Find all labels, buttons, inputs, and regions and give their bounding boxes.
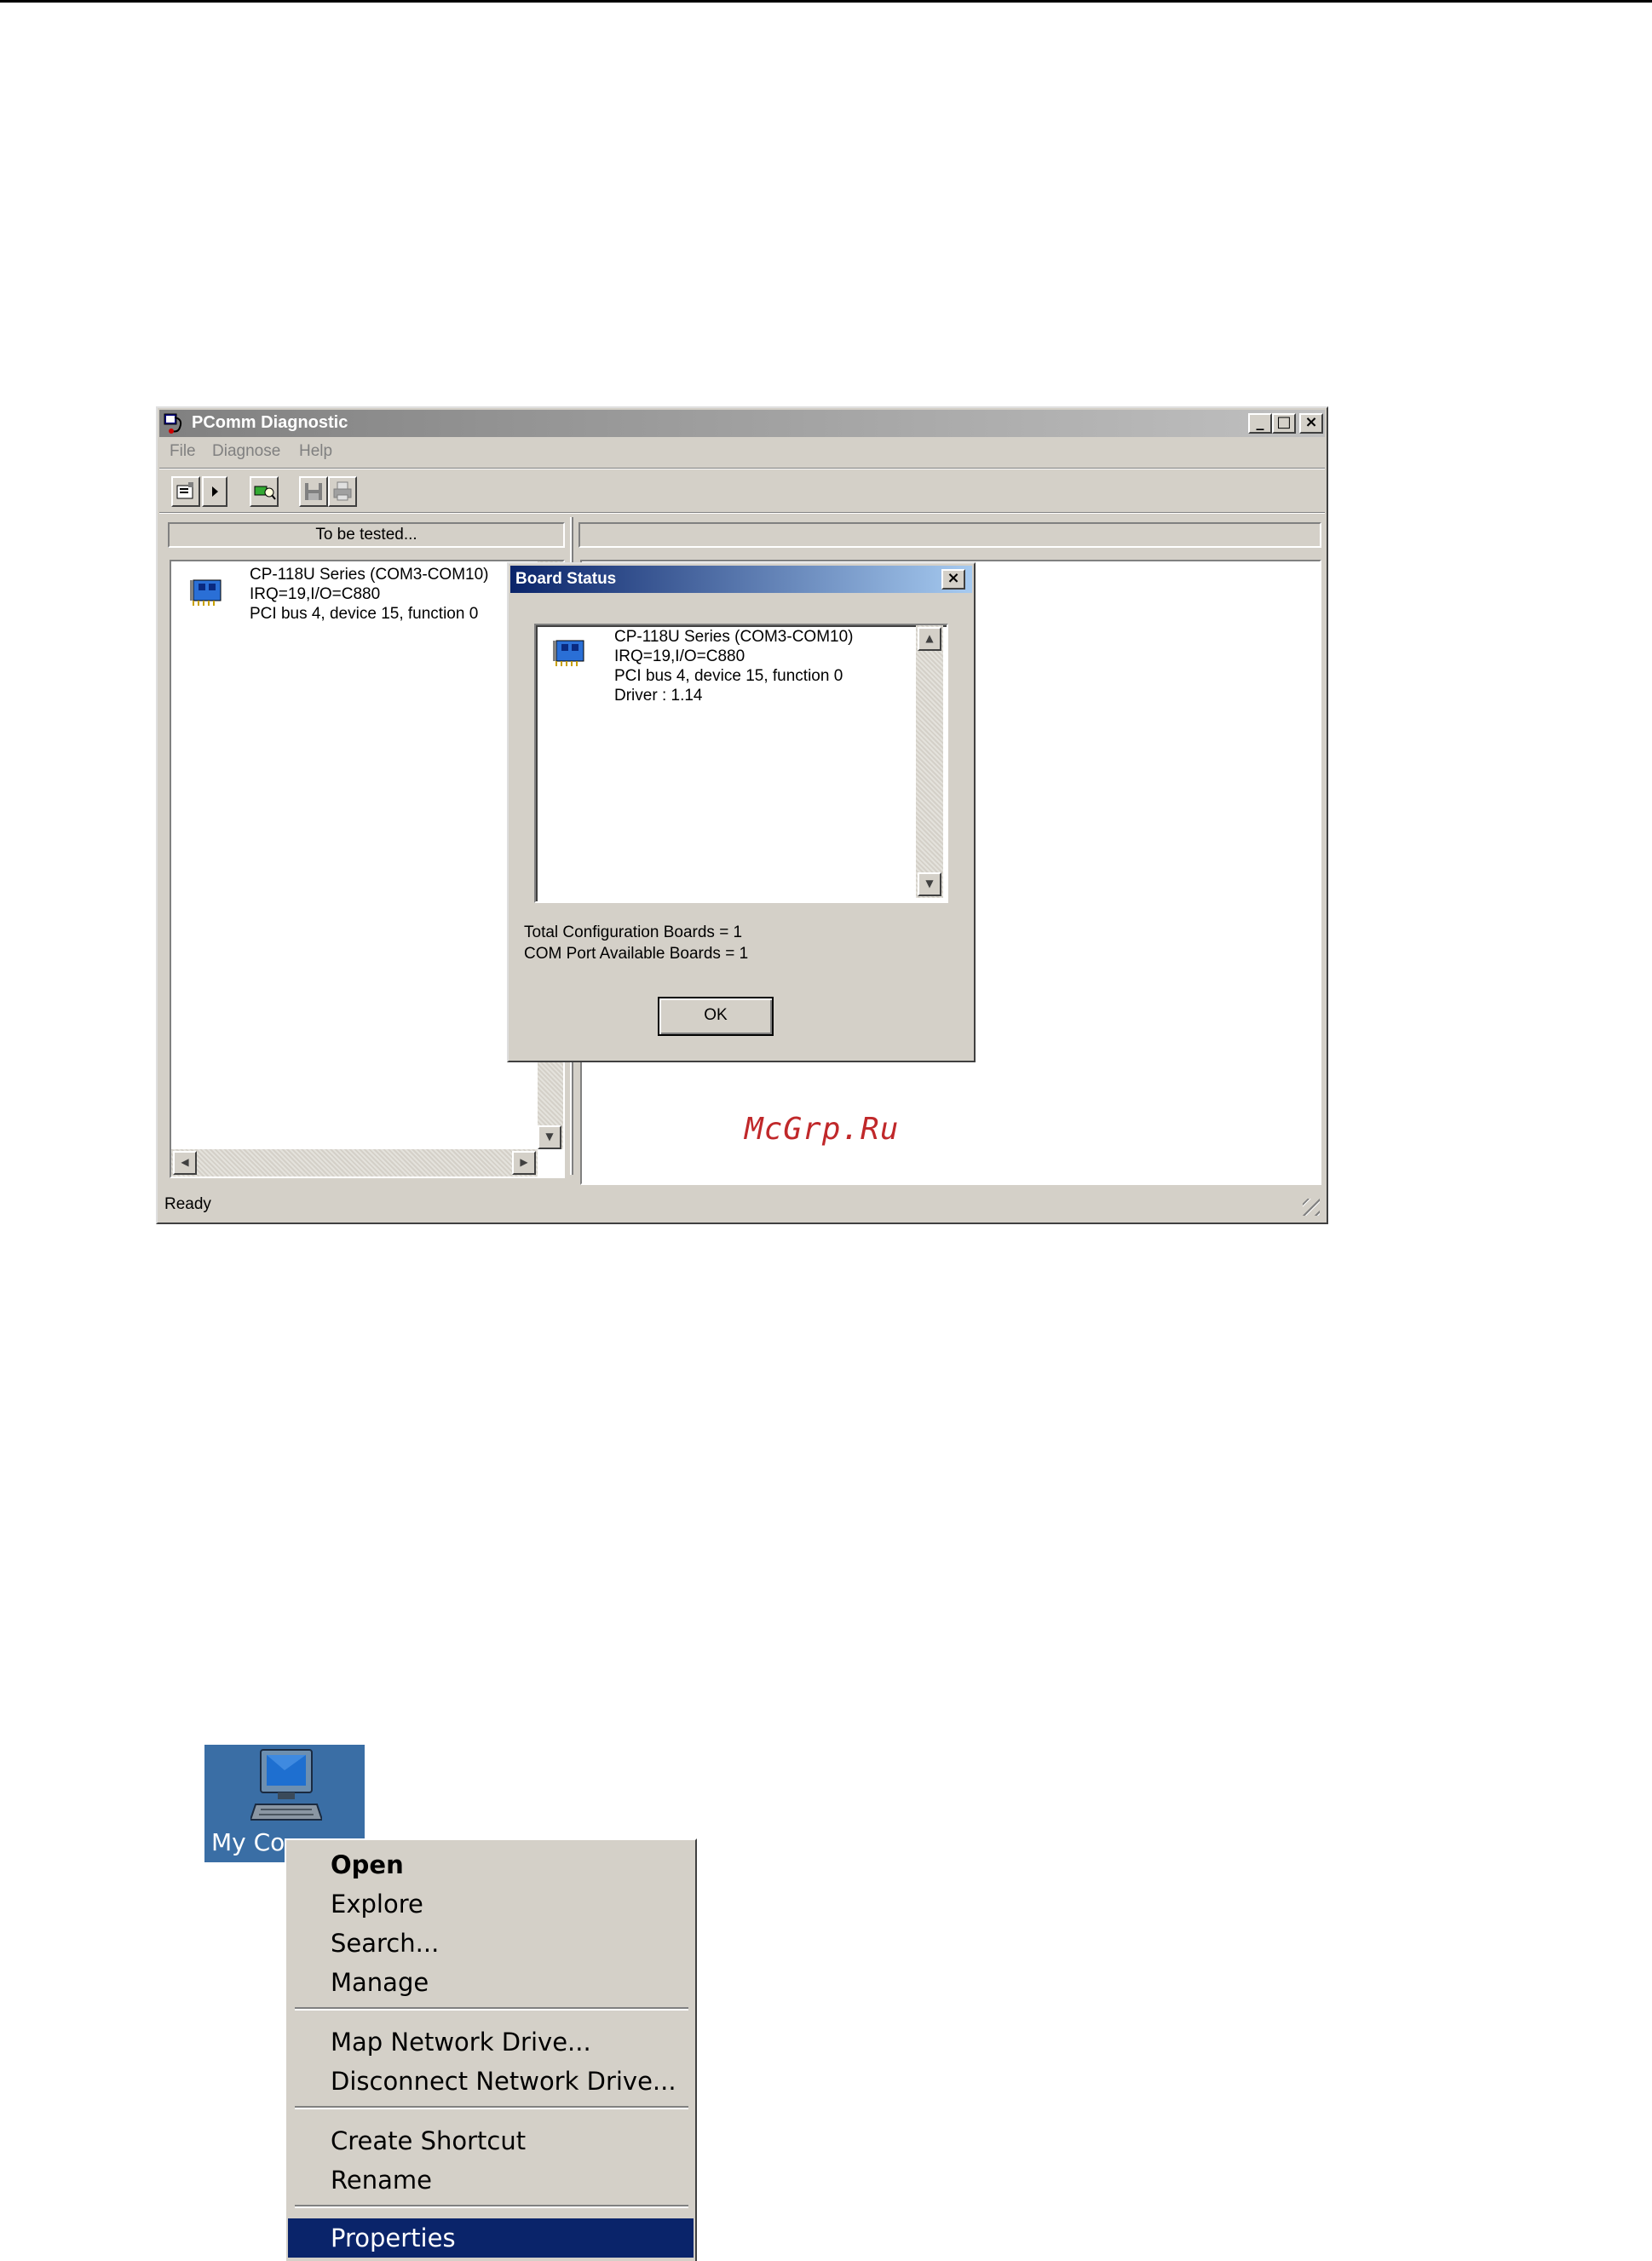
- save-button[interactable]: [299, 476, 328, 507]
- board-status-dialog: Board Status × CP-118U Series (COM3-COM1…: [507, 562, 976, 1062]
- results-header: [578, 522, 1321, 548]
- dialog-board-driver: Driver : 1.14: [614, 687, 703, 705]
- title-bar[interactable]: PComm Diagnostic _ □ ×: [159, 410, 1325, 437]
- board-status-list: CP-118U Series (COM3-COM10) IRQ=19,I/O=C…: [534, 624, 948, 903]
- to-be-tested-header: To be tested...: [168, 522, 565, 548]
- menu-item-search[interactable]: Search...: [288, 1924, 694, 1963]
- status-bar: Ready: [159, 1188, 1325, 1219]
- left-pane-horizontal-scrollbar[interactable]: ◀ ▶: [171, 1149, 538, 1177]
- minimize-button[interactable]: _: [1248, 413, 1272, 434]
- menu-item-explore[interactable]: Explore: [288, 1884, 694, 1924]
- resize-grip-icon[interactable]: [1303, 1199, 1320, 1216]
- menu-file[interactable]: File: [170, 442, 196, 461]
- menu-separator: [295, 2106, 688, 2109]
- dialog-title: Board Status: [515, 570, 617, 588]
- total-configuration-boards: Total Configuration Boards = 1: [524, 923, 743, 941]
- configure-icon: [176, 482, 193, 499]
- arrow-down-icon: ▼: [925, 877, 934, 889]
- menu-item-map-network-drive[interactable]: Map Network Drive...: [288, 2022, 694, 2062]
- ok-button[interactable]: OK: [658, 997, 774, 1036]
- menu-item-rename[interactable]: Rename: [288, 2160, 694, 2200]
- menu-item-manage[interactable]: Manage: [288, 1963, 694, 2002]
- board-name: CP-118U Series (COM3-COM10): [250, 566, 489, 584]
- dialog-board-irq: IRQ=19,I/O=C880: [614, 647, 745, 665]
- board-status-icon: [254, 486, 276, 500]
- arrow-down-icon: ▼: [545, 1130, 554, 1142]
- minimize-icon: _: [1256, 413, 1264, 431]
- scroll-right-button[interactable]: ▶: [512, 1151, 536, 1175]
- scroll-up-button[interactable]: ▲: [918, 627, 941, 651]
- print-button[interactable]: [328, 476, 357, 507]
- dialog-board-bus: PCI bus 4, device 15, function 0: [614, 667, 843, 685]
- close-icon: ×: [1304, 413, 1318, 431]
- app-icon: [164, 413, 182, 434]
- menu-item-disconnect-network-drive[interactable]: Disconnect Network Drive...: [288, 2062, 694, 2101]
- board-card-icon: [190, 579, 222, 606]
- menu-separator: [295, 2007, 688, 2011]
- window-title: PComm Diagnostic: [192, 413, 348, 432]
- dialog-title-bar[interactable]: Board Status ×: [510, 566, 972, 593]
- context-menu: Open Explore Search... Manage Map Networ…: [285, 1838, 697, 2261]
- configure-button[interactable]: [171, 476, 200, 507]
- board-status-button[interactable]: [250, 476, 279, 507]
- close-icon: ×: [947, 569, 960, 587]
- close-button[interactable]: ×: [1299, 413, 1323, 434]
- maximize-button[interactable]: □: [1272, 413, 1296, 434]
- page-top-rule: [0, 0, 1652, 3]
- play-arrow-icon: [212, 486, 218, 497]
- com-port-available-boards: COM Port Available Boards = 1: [524, 945, 749, 963]
- my-computer-label: My Co: [211, 1828, 285, 1856]
- arrow-left-icon: ◀: [181, 1156, 189, 1168]
- menu-item-open[interactable]: Open: [288, 1845, 694, 1884]
- menu-separator: [295, 2205, 688, 2208]
- menu-diagnose[interactable]: Diagnose: [212, 442, 280, 461]
- arrow-right-icon: ▶: [520, 1156, 528, 1168]
- dialog-list-scrollbar[interactable]: ▲ ▼: [916, 625, 943, 898]
- scroll-left-button[interactable]: ◀: [173, 1151, 197, 1175]
- board-irq: IRQ=19,I/O=C880: [250, 585, 381, 603]
- arrow-up-icon: ▲: [925, 632, 934, 644]
- board-list-item[interactable]: CP-118U Series (COM3-COM10) IRQ=19,I/O=C…: [171, 561, 538, 1149]
- status-text: Ready: [164, 1195, 211, 1213]
- maximize-icon: □: [1276, 413, 1292, 431]
- dialog-board-name: CP-118U Series (COM3-COM10): [614, 628, 854, 646]
- printer-icon: [333, 481, 352, 501]
- watermark: McGrp.Ru: [745, 1112, 900, 1147]
- scroll-down-button[interactable]: ▼: [538, 1125, 561, 1149]
- floppy-icon: [305, 483, 322, 500]
- menu-help[interactable]: Help: [299, 442, 332, 461]
- board-list-pane: CP-118U Series (COM3-COM10) IRQ=19,I/O=C…: [170, 560, 565, 1178]
- menu-bar: File Diagnose Help: [159, 439, 1325, 466]
- board-bus: PCI bus 4, device 15, function 0: [250, 605, 479, 623]
- board-card-icon: [553, 640, 584, 666]
- scroll-down-button[interactable]: ▼: [918, 872, 941, 896]
- run-test-button[interactable]: [202, 476, 227, 507]
- computer-icon: [250, 1749, 322, 1821]
- menu-item-create-shortcut[interactable]: Create Shortcut: [288, 2121, 694, 2160]
- toolbar: [159, 469, 1325, 512]
- toolbar-divider: [159, 512, 1325, 514]
- menu-item-properties[interactable]: Properties: [288, 2218, 694, 2258]
- dialog-close-button[interactable]: ×: [941, 569, 965, 590]
